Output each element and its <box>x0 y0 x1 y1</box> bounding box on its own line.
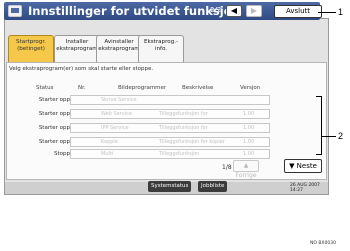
page-title: Innstillinger for utvidet funksjon <box>28 4 240 18</box>
row-status-label[interactable]: Starter opp <box>30 111 70 117</box>
callout-line-1 <box>318 12 336 13</box>
page-indicator: 2/2 <box>210 6 222 14</box>
row-version: 1.00 <box>243 125 255 131</box>
row-program: Web Service <box>101 111 132 117</box>
callout-bracket-top <box>316 96 322 97</box>
table-row[interactable]: Multi Tilleggsfunksjon 1.00 <box>70 149 270 159</box>
previous-button[interactable]: ▲ Forrige <box>233 160 259 179</box>
tab-install-program[interactable]: Installer ekstraprogram <box>54 35 100 63</box>
tab-startup-conditional[interactable]: Startprogr. (betinget) <box>8 35 54 63</box>
job-list-button[interactable]: Jobbliste <box>198 181 228 192</box>
column-header-status: Status <box>36 85 54 91</box>
row-program: Skrive Service <box>101 97 137 103</box>
column-header-number: Nr. <box>78 85 86 91</box>
tab-uninstall-program[interactable]: Avinstaller ekstraprogram <box>96 35 142 63</box>
row-program: Multi <box>101 151 114 157</box>
tab-program-info[interactable]: Ekstraprog.- info. <box>138 35 184 63</box>
row-program: Koppie <box>101 139 118 145</box>
settings-tool-icon <box>8 5 22 17</box>
content-panel <box>6 62 327 180</box>
next-button[interactable]: ▼ Neste <box>284 159 322 173</box>
table-row[interactable]: IPP Service Tilleggsfunksjon for 1.00 <box>70 123 270 133</box>
table-row[interactable]: Skrive Service <box>70 95 270 105</box>
prev-page-button[interactable]: ◀ <box>226 5 242 17</box>
row-description: Tilleggsfunksjon <box>159 151 200 157</box>
row-status-label[interactable]: Starter opp <box>30 97 70 103</box>
column-header-version: Versjon <box>240 85 261 91</box>
column-header-program: Bildeprogrammer <box>118 85 167 91</box>
instruction-text: Velg ekstraprogram(er) som skal starte e… <box>9 66 154 72</box>
page-counter: 1/8 <box>222 164 232 171</box>
callout-bracket-2 <box>321 96 322 154</box>
callout-number-1: 1 <box>338 7 344 17</box>
title-bar: Innstillinger for utvidet funksjon 2/2 ◀… <box>4 2 322 20</box>
row-version: 1.00 <box>243 139 255 145</box>
row-program: IPP Service <box>101 125 129 131</box>
row-description: Tilleggsfunksjon for <box>159 111 208 117</box>
figure-code: NO BX0030 <box>310 241 336 246</box>
time-text: 14:27 <box>290 188 303 193</box>
row-status-label[interactable]: Starter opp <box>30 125 70 131</box>
column-header-description: Beskrivelse <box>182 85 214 91</box>
row-status-label[interactable]: Starter opp <box>30 139 70 145</box>
callout-line-2 <box>321 136 336 137</box>
system-status-button[interactable]: Systemstatus <box>148 181 192 192</box>
callout-bracket-bottom <box>316 154 322 155</box>
row-version: 1.00 <box>243 151 255 157</box>
row-status-label[interactable]: Stopp <box>30 151 70 157</box>
row-version: 1.00 <box>243 111 255 117</box>
row-description: Tilleggsfunksjon for <box>159 125 208 131</box>
table-row[interactable]: Web Service Tilleggsfunksjon for 1.00 <box>70 109 270 119</box>
row-description: Tilleggsfunksjon for kopier <box>159 139 225 145</box>
next-page-button[interactable]: ▶ <box>246 5 262 17</box>
callout-number-2: 2 <box>338 131 344 141</box>
date-time: 26 AUG 2007 14:27 <box>290 183 324 193</box>
table-row[interactable]: Koppie Tilleggsfunksjon for kopier 1.00 <box>70 137 270 147</box>
exit-button[interactable]: Avslutt <box>274 5 322 18</box>
